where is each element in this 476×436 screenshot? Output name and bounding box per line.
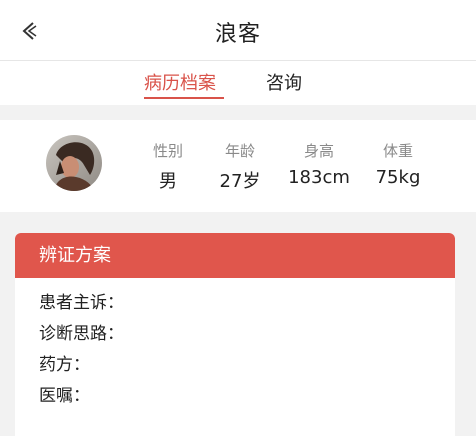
stat-gender: 性别 男: [150, 140, 186, 193]
stat-label: 年龄: [224, 142, 255, 160]
card-title: 辨证方案: [15, 233, 455, 278]
doctor-advice-label: 医嘱：: [39, 386, 90, 406]
stat-weight: 体重 75kg: [372, 140, 424, 188]
stat-value: 75kg: [375, 167, 421, 188]
chief-complaint-label: 患者主诉：: [39, 293, 124, 313]
prescription-label: 药方：: [39, 355, 90, 375]
stat-label: 性别: [152, 142, 183, 160]
stat-label: 身高: [303, 142, 334, 160]
active-tab-indicator: [144, 97, 224, 99]
plan-fields: 患者主诉： 诊断思路： 药方： 医嘱：: [15, 278, 455, 412]
top-navigation-bar: 浪客: [0, 0, 476, 61]
user-avatar-image: [46, 135, 102, 191]
diagnosis-plan-card: 辨证方案 患者主诉： 诊断思路： 药方： 医嘱：: [15, 233, 455, 436]
stat-value: 183cm: [288, 167, 350, 188]
stat-value: 27岁: [219, 171, 261, 192]
stat-label: 体重: [382, 142, 413, 160]
tab-consultation[interactable]: 咨询: [266, 69, 302, 95]
page-title: 浪客: [214, 22, 261, 47]
stat-value: 男: [159, 171, 177, 192]
tab-bar: 病历档案 咨询: [0, 61, 476, 105]
stat-height: 身高 183cm: [286, 140, 352, 188]
patient-profile: 性别 男 年龄 27岁 身高 183cm 体重 75kg: [0, 120, 476, 212]
diagnosis-approach-label: 诊断思路：: [39, 324, 124, 344]
avatar[interactable]: [46, 135, 102, 191]
tab-medical-records[interactable]: 病历档案: [144, 69, 216, 95]
stat-age: 年龄 27岁: [216, 140, 264, 193]
